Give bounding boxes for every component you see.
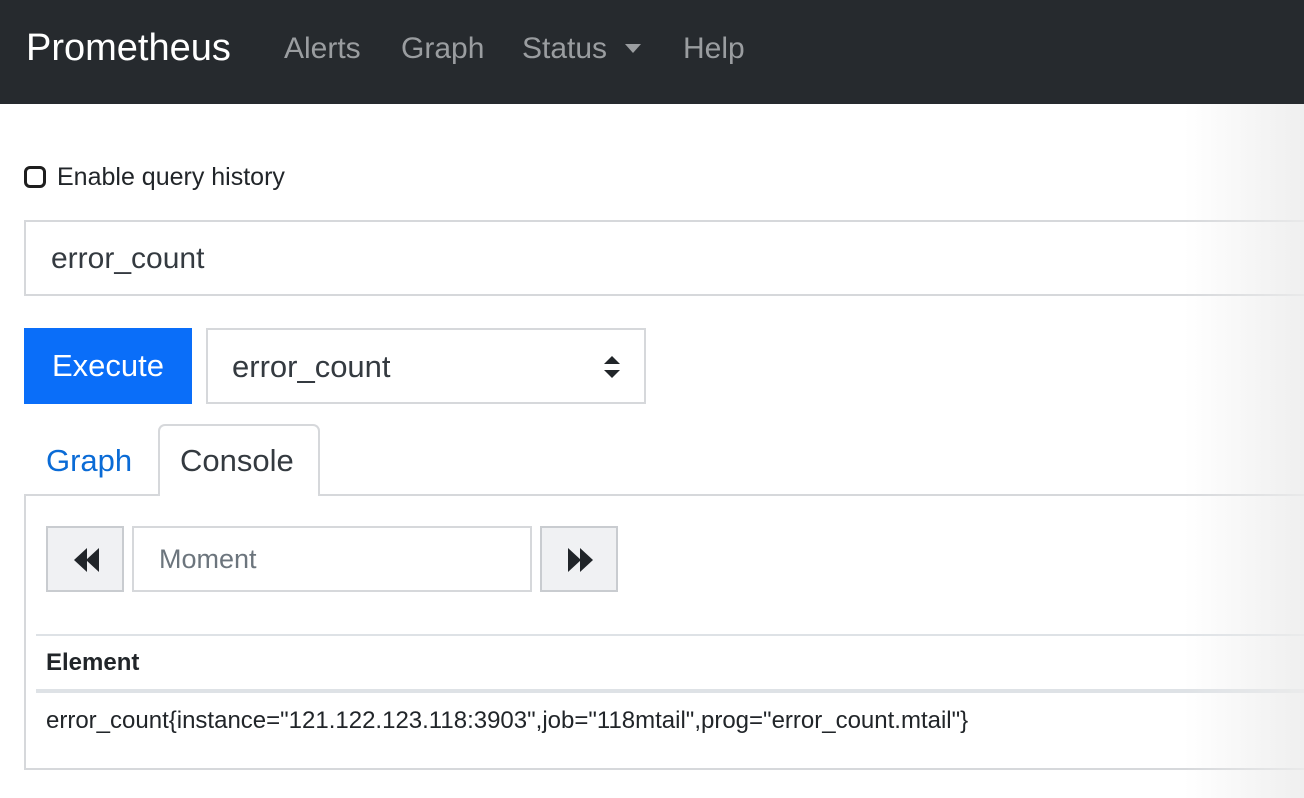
nav-alerts[interactable]: Alerts <box>284 30 361 68</box>
brand-logo[interactable]: Prometheus <box>26 24 231 72</box>
moment-input[interactable]: Moment <box>132 526 532 592</box>
expression-value: error_count <box>51 242 205 275</box>
query-history-label[interactable]: Enable query history <box>57 162 285 192</box>
table-row: error_count{instance="121.122.123.118:39… <box>46 707 969 734</box>
table-top-border <box>36 634 1304 636</box>
fast-forward-icon <box>568 548 593 572</box>
fast-backward-icon <box>74 548 99 572</box>
nav-status-label: Status <box>522 32 608 65</box>
nav-status[interactable]: Status <box>522 30 642 68</box>
moment-back-button[interactable] <box>46 526 124 592</box>
tab-console[interactable]: Console <box>180 443 294 479</box>
nav-graph[interactable]: Graph <box>401 30 484 68</box>
moment-forward-button[interactable] <box>540 526 618 592</box>
expression-input[interactable]: error_count <box>24 220 1304 296</box>
table-header-border <box>36 689 1304 693</box>
metric-select[interactable]: error_count <box>206 328 646 404</box>
nav-help[interactable]: Help <box>683 30 745 68</box>
tab-graph[interactable]: Graph <box>46 443 132 479</box>
chevron-down-icon <box>625 43 642 53</box>
updown-arrows-icon <box>604 356 620 378</box>
table-header-element: Element <box>46 649 140 676</box>
execute-button[interactable]: Execute <box>24 328 192 404</box>
navbar: Prometheus Alerts Graph Status Help <box>0 0 1304 104</box>
query-history-checkbox[interactable] <box>24 166 46 188</box>
metric-select-value: error_count <box>232 349 391 384</box>
moment-placeholder: Moment <box>159 544 257 574</box>
